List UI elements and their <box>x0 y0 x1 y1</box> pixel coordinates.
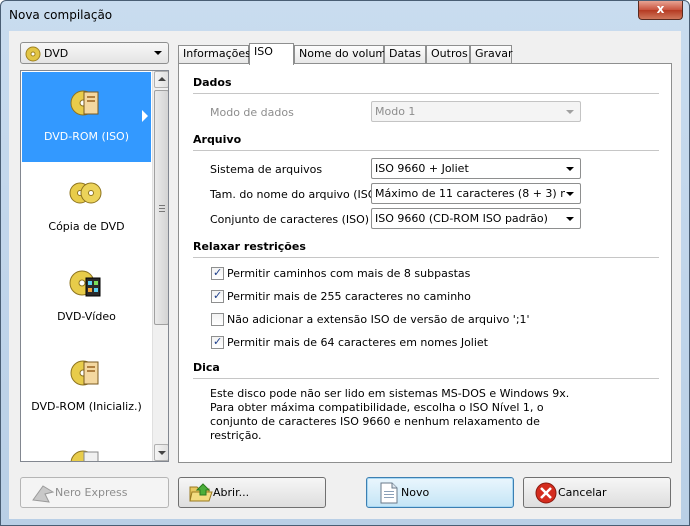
conjunto-caracteres-select[interactable]: ISO 9660 (CD-ROM ISO padrão) <box>371 208 581 229</box>
check-label: Permitir caminhos com mais de 8 subpasta… <box>227 267 471 280</box>
tab-iso[interactable]: ISO <box>249 43 294 65</box>
dvd-copy-icon <box>69 182 102 204</box>
list-item-dvd-copy[interactable]: Cópia de DVD <box>22 162 151 252</box>
dialog-client-area: DVD DVD-ROM (ISO) Cópia de DVD DVD-Vídeo… <box>9 31 681 519</box>
check-label: Permitir mais de 64 caracteres em nomes … <box>227 336 488 349</box>
arrow-up-icon <box>158 77 166 81</box>
selection-arrow-icon <box>142 110 148 122</box>
section-divider <box>193 257 659 258</box>
sistema-de-arquivos-value: ISO 9660 + Joliet <box>375 162 469 175</box>
section-divider <box>193 378 659 379</box>
modo-de-dados-label: Modo de dados <box>210 106 294 119</box>
modo-de-dados-value: Modo 1 <box>375 105 416 118</box>
checkbox[interactable]: ✓ <box>211 266 224 280</box>
dvd-rom-boot-icon <box>70 360 99 386</box>
list-item-label: DVD-ROM (ISO) <box>44 130 129 143</box>
list-scrollbar[interactable] <box>152 71 168 461</box>
disc-type-select[interactable]: DVD <box>20 42 169 64</box>
section-arquivo: Arquivo <box>193 133 242 146</box>
scroll-thumb[interactable] <box>154 90 168 325</box>
button-label: Cancelar <box>558 486 607 499</box>
check-mark-icon: ✓ <box>213 266 223 279</box>
list-item-partial[interactable] <box>22 432 151 461</box>
section-relaxar: Relaxar restrições <box>193 240 306 253</box>
chevron-down-icon <box>566 192 574 196</box>
checkbox[interactable]: ✓ <box>211 335 224 349</box>
modo-de-dados-select[interactable]: Modo 1 <box>371 101 581 122</box>
list-item-dvd-rom-iso[interactable]: DVD-ROM (ISO) <box>22 72 151 162</box>
check-label: Não adicionar a extensão ISO de versão d… <box>227 313 530 326</box>
section-dica: Dica <box>193 361 220 374</box>
chevron-down-icon <box>566 110 574 114</box>
tab-informacoes[interactable]: Informações <box>178 45 251 64</box>
dvd-partial-icon <box>70 450 99 461</box>
checkbox[interactable]: ✓ <box>211 289 224 303</box>
scroll-down-button[interactable] <box>154 444 168 461</box>
list-item-label: DVD-Vídeo <box>57 310 116 323</box>
tamanho-nome-label: Tam. do nome do arquivo (ISO): <box>210 188 385 201</box>
cancelar-button[interactable]: Cancelar <box>523 477 671 508</box>
list-item-dvd-rom-boot[interactable]: DVD-ROM (Inicializ.) <box>22 342 151 432</box>
dvd-video-icon <box>69 270 101 297</box>
new-document-icon <box>380 482 398 504</box>
hint-text: Este disco pode não ser lido em sistemas… <box>210 387 570 442</box>
tab-nome-do-volume[interactable]: Nome do volume <box>294 45 393 64</box>
chevron-down-icon <box>154 51 162 55</box>
tamanho-nome-select[interactable]: Máximo de 11 caracteres (8 + 3) no Nív <box>371 183 581 204</box>
scroll-up-button[interactable] <box>154 71 168 88</box>
folder-open-icon <box>189 483 213 502</box>
chevron-down-icon <box>566 167 574 171</box>
section-divider <box>193 150 659 151</box>
check-label: Permitir mais de 255 caracteres no camin… <box>227 290 471 303</box>
disc-type-value: DVD <box>44 47 69 60</box>
tab-gravar[interactable]: Gravar <box>470 45 513 64</box>
chevron-down-icon <box>566 217 574 221</box>
check-mark-icon: ✓ <box>213 289 223 302</box>
section-dados: Dados <box>193 76 232 89</box>
tab-datas[interactable]: Datas <box>384 45 426 64</box>
check-mark-icon: ✓ <box>213 335 223 348</box>
button-label: Abrir... <box>213 486 250 499</box>
abrir-button[interactable]: Abrir... <box>178 477 326 508</box>
sistema-de-arquivos-select[interactable]: ISO 9660 + Joliet <box>371 158 581 179</box>
close-button[interactable]: x <box>638 1 683 20</box>
disc-icon <box>25 46 41 62</box>
list-item-label: DVD-ROM (Inicializ.) <box>31 400 142 413</box>
nero-express-icon <box>32 485 55 503</box>
list-item-label: Cópia de DVD <box>48 220 125 233</box>
grip-icon <box>159 205 165 212</box>
title-bar[interactable]: Nova compilação x <box>1 1 689 31</box>
nova-compilacao-window: Nova compilação x DVD DVD-ROM (ISO) Cópi… <box>0 0 690 526</box>
nero-express-button[interactable]: Nero Express <box>20 477 169 508</box>
compilation-type-list[interactable]: DVD-ROM (ISO) Cópia de DVD DVD-Vídeo DVD… <box>20 70 169 462</box>
conjunto-caracteres-label: Conjunto de caracteres (ISO) <box>210 213 370 226</box>
checkbox[interactable] <box>211 313 224 326</box>
arrow-down-icon <box>158 451 166 455</box>
dvd-rom-iso-icon <box>70 90 99 116</box>
section-divider <box>193 93 659 94</box>
list-item-dvd-video[interactable]: DVD-Vídeo <box>22 252 151 342</box>
window-title: Nova compilação <box>9 8 113 22</box>
cancel-icon <box>535 482 557 504</box>
tab-outros[interactable]: Outros <box>426 45 470 64</box>
novo-button[interactable]: Novo <box>366 477 514 508</box>
iso-panel: Dados Modo de dados Modo 1 Arquivo Siste… <box>178 63 672 463</box>
button-label: Nero Express <box>55 486 128 499</box>
button-label: Novo <box>401 486 430 499</box>
tamanho-nome-value: Máximo de 11 caracteres (8 + 3) no Nív <box>375 187 565 200</box>
sistema-de-arquivos-label: Sistema de arquivos <box>210 163 323 176</box>
conjunto-caracteres-value: ISO 9660 (CD-ROM ISO padrão) <box>375 212 548 225</box>
